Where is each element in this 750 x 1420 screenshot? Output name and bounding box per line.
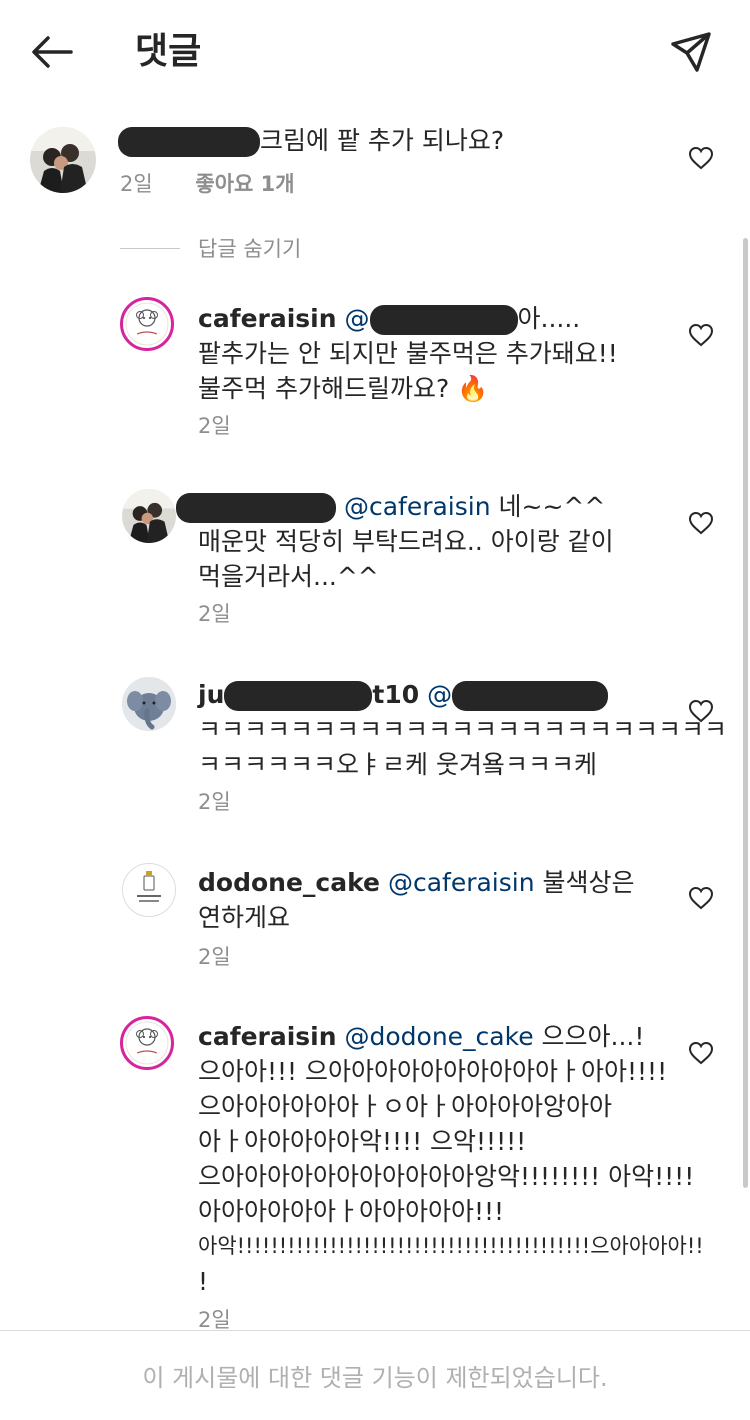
- avatar[interactable]: [120, 297, 174, 351]
- comment-time: 2일: [198, 945, 231, 969]
- avatar[interactable]: [122, 489, 176, 543]
- comment-text-line: 으아아아아아아아아아아아앙악!!!!!!!! 아악!!!!: [198, 1162, 695, 1191]
- comment-meta: 2일 좋아요 1개: [120, 171, 295, 197]
- comment-text-line: 불주먹 추가해드릴까요? 🔥: [198, 374, 489, 403]
- comment-text-line: 으아아아아아아ㅏㅇ아ㅏ아아아아앙아아: [198, 1092, 613, 1121]
- arrow-left-icon: [32, 36, 73, 68]
- elephant-plush-icon: [122, 677, 176, 731]
- page-title: 댓글: [135, 31, 202, 72]
- redacted-username[interactable]: [176, 493, 336, 523]
- mention-link[interactable]: @: [419, 680, 609, 711]
- cake-logo-icon: [123, 864, 175, 916]
- poodle-logo-icon: [125, 1021, 169, 1065]
- comment-time: 2일: [120, 172, 153, 196]
- mention-link[interactable]: @dodone_cake: [345, 1022, 534, 1051]
- comment-text-line: 팥추가는 안 되지만 불주먹은 추가돼요!!: [198, 339, 618, 368]
- comment-text-line: 크림에 팥 추가 되나요?: [118, 125, 504, 157]
- comment-text-line: ㅋㅋㅋㅋㅋㅋ오ㅑㄹ케 웃겨욬ㅋㅋㅋ케: [198, 750, 597, 779]
- comment-text-line: ㅋㅋㅋㅋㅋㅋㅋㅋㅋㅋㅋㅋㅋㅋㅋㅋㅋㅋㅋㅋㅋㅋㅋ: [198, 715, 728, 744]
- comment-time: 2일: [198, 414, 231, 438]
- hide-replies-button[interactable]: 답글 숨기기: [198, 236, 301, 262]
- paper-plane-icon: [671, 32, 711, 72]
- mention-link[interactable]: @caferaisin: [388, 868, 535, 897]
- comment-username[interactable]: caferaisin: [198, 304, 337, 333]
- comment-text-line: caferaisin @dodone_cake 으으아...!: [198, 1022, 645, 1051]
- comment-time: 2일: [198, 602, 231, 626]
- comment-username[interactable]: ju t10: [198, 680, 419, 711]
- comment-username[interactable]: caferaisin: [198, 1022, 337, 1051]
- comments-disabled-notice: 이 게시물에 대한 댓글 기능이 제한되었습니다.: [142, 1364, 608, 1392]
- comment-text-line: dodone_cake @caferaisin 불색상은: [198, 868, 635, 897]
- profile-photo-icon: [122, 489, 176, 543]
- comment-text-line: caferaisin @ 아.....: [198, 304, 581, 335]
- profile-photo-icon: [30, 127, 96, 193]
- redacted-username: [452, 681, 609, 711]
- comment-text-line: !: [198, 1267, 209, 1296]
- replies-divider: [120, 248, 180, 249]
- comment-text-line: 아ㅏ아아아아아악!!!! 으악!!!!!: [198, 1127, 527, 1156]
- scrollbar[interactable]: [743, 238, 748, 1188]
- comment-text-line: 아악!!!!!!!!!!!!!!!!!!!!!!!!!!!!!!!!!!!!!!…: [198, 1234, 704, 1258]
- heart-icon[interactable]: [688, 323, 714, 347]
- heart-icon[interactable]: [688, 699, 714, 723]
- top-bar: 댓글: [0, 0, 750, 100]
- comment-text-line: 으아아!!! 으아아아아아아아아아아ㅏ아아!!!!: [198, 1057, 668, 1086]
- comment-text-line: 먹을거라서...^^: [198, 562, 379, 591]
- redacted-username[interactable]: [118, 127, 260, 157]
- avatar[interactable]: [120, 1016, 174, 1070]
- heart-icon[interactable]: [688, 1041, 714, 1065]
- comment-text-line: 매운맛 적당히 부탁드려요.. 아이랑 같이: [198, 527, 614, 556]
- comment-username[interactable]: dodone_cake: [198, 868, 380, 897]
- comment-likes-link[interactable]: 좋아요 1개: [195, 172, 294, 196]
- back-button[interactable]: [28, 28, 76, 76]
- comment-text-line: 연하게요: [198, 903, 291, 932]
- heart-icon[interactable]: [688, 146, 714, 170]
- comment-text-line: @caferaisin 네~~^^: [176, 491, 605, 523]
- share-button[interactable]: [666, 26, 716, 76]
- comment-text-line: 아아아아아아ㅏ아아아아아!!!: [198, 1197, 505, 1226]
- avatar[interactable]: [122, 677, 176, 731]
- comment-time: 2일: [198, 790, 231, 814]
- heart-icon[interactable]: [688, 511, 714, 535]
- redacted-username: [224, 681, 373, 711]
- comment-text-line: ju t10 @: [198, 679, 609, 711]
- poodle-logo-icon: [125, 302, 169, 346]
- heart-icon[interactable]: [688, 886, 714, 910]
- avatar[interactable]: [122, 863, 176, 917]
- comments-disabled-footer: 이 게시물에 대한 댓글 기능이 제한되었습니다.: [0, 1330, 750, 1420]
- mention-link[interactable]: @: [345, 304, 518, 335]
- redacted-username: [369, 305, 518, 335]
- mention-link[interactable]: @caferaisin: [344, 492, 491, 521]
- avatar[interactable]: [30, 127, 96, 193]
